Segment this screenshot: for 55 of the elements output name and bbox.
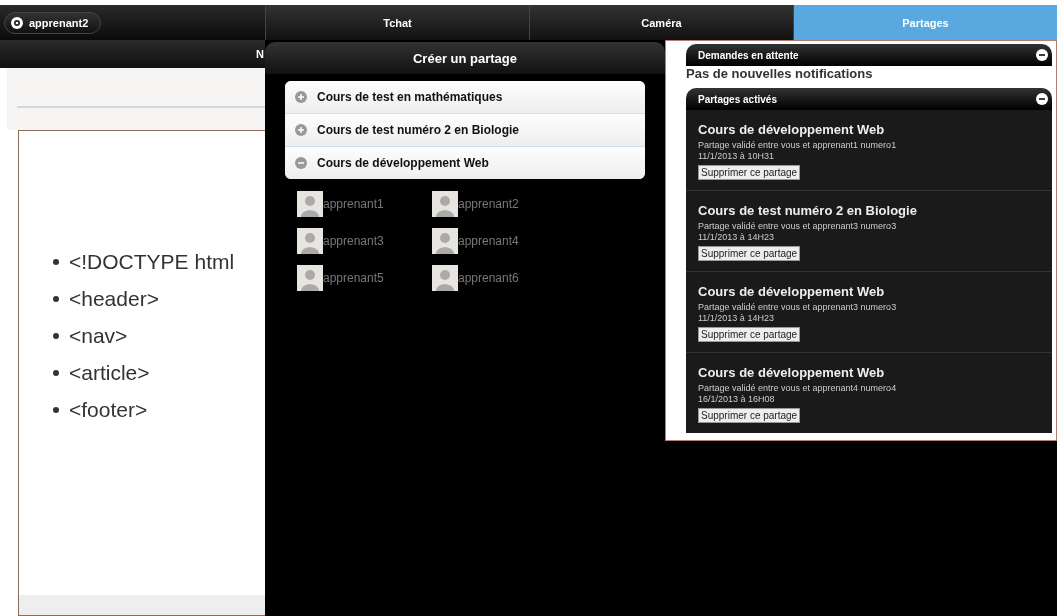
share-detail: Partage validé entre vous et apprenant1 numero1: [698, 140, 898, 151]
section-header[interactable]: Demandes en attente: [686, 44, 1052, 66]
share-detail: Partage validé entre vous et apprenant3 numero3: [698, 302, 898, 313]
plus-icon: [295, 91, 307, 103]
minus-icon: [295, 157, 307, 169]
tab[interactable]: Tchat: [265, 5, 529, 40]
bullet-text: <!DOCTYPE html: [69, 249, 235, 274]
plus-icon: [295, 124, 307, 136]
delete-share-button[interactable]: Supprimer ce partage: [698, 327, 801, 342]
bullet-text: <header>: [69, 286, 159, 311]
course-item[interactable]: Cours de test en mathématiques: [285, 81, 645, 114]
page-header: N: [0, 40, 265, 68]
minus-icon: [1036, 49, 1048, 61]
avatar-icon: [432, 228, 458, 254]
share-date: 11/1/2013 à 14H23: [698, 232, 775, 243]
gear-icon: [11, 16, 23, 29]
delete-share-button[interactable]: Supprimer ce partage: [698, 246, 801, 261]
share-title: Cours de développement Web: [698, 284, 886, 299]
delete-share-button[interactable]: Supprimer ce partage: [698, 408, 801, 423]
minus-icon: [1036, 93, 1048, 105]
learner-name[interactable]: apprenant2: [458, 197, 519, 211]
bullet-icon: [53, 332, 59, 339]
bullet-text: <footer>: [69, 397, 148, 422]
share-detail: Partage validé entre vous et apprenant4 numero4: [698, 383, 898, 394]
section-header[interactable]: Partages activés: [686, 88, 1052, 110]
learner-name[interactable]: apprenant1: [323, 197, 384, 211]
notification-message: Pas de nouvelles notifications: [686, 66, 874, 83]
course-item[interactable]: Cours de test numéro 2 en Biologie: [285, 114, 645, 147]
tab[interactable]: Caméra: [529, 5, 793, 40]
user-button[interactable]: apprenant2: [4, 11, 102, 34]
bullet-icon: [53, 369, 59, 376]
delete-share-button[interactable]: Supprimer ce partage: [698, 165, 801, 180]
bullet-icon: [53, 295, 59, 302]
avatar-icon: [432, 191, 458, 217]
learner-name[interactable]: apprenant4: [458, 234, 519, 248]
avatar-icon: [432, 265, 458, 291]
bullet-icon: [53, 406, 59, 413]
course-item[interactable]: Cours de développement Web: [285, 147, 645, 179]
bullet-text: <nav>: [69, 323, 128, 348]
share-date: 16/1/2013 à 16H08: [698, 394, 776, 405]
bullet-text: <article>: [69, 360, 150, 385]
share-detail: Partage validé entre vous et apprenant3 numero3: [698, 221, 898, 232]
share-date: 11/1/2013 à 10H31: [698, 151, 775, 162]
avatar-icon: [297, 228, 323, 254]
panel-header: Créer un partage: [265, 42, 665, 74]
learner-name[interactable]: apprenant5: [323, 271, 384, 285]
learner-name[interactable]: apprenant3: [323, 234, 384, 248]
share-date: 11/1/2013 à 14H23: [698, 313, 775, 324]
bullet-icon: [53, 258, 59, 265]
learner-name[interactable]: apprenant6: [458, 271, 519, 285]
share-title: Cours de test numéro 2 en Biologie: [698, 203, 918, 218]
share-title: Cours de développement Web: [698, 122, 886, 137]
share-title: Cours de développement Web: [698, 365, 886, 380]
avatar-icon: [297, 191, 323, 217]
avatar-icon: [297, 265, 323, 291]
